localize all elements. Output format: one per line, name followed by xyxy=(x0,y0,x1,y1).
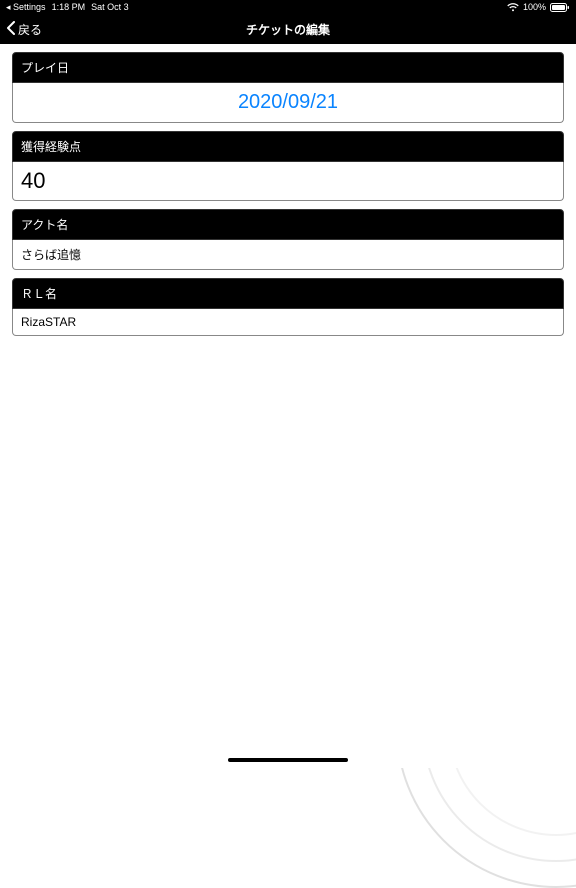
page-title: チケットの編集 xyxy=(0,21,576,38)
status-battery-pct: 100% xyxy=(523,2,546,12)
label-rl-name: ＲＬ名 xyxy=(12,278,564,309)
battery-icon xyxy=(550,3,570,12)
breadcrumb-back-to-app[interactable]: ◂ Settings xyxy=(6,2,46,13)
group-rl-name: ＲＬ名 RizaSTAR xyxy=(12,278,564,336)
form-content: プレイ日 2020/09/21 獲得経験点 40 アクト名 さらば追憶 ＲＬ名 … xyxy=(0,44,576,768)
status-date: Sat Oct 3 xyxy=(91,2,129,12)
status-time: 1:18 PM xyxy=(52,2,86,12)
home-indicator xyxy=(228,758,348,762)
label-exp: 獲得経験点 xyxy=(12,131,564,162)
play-date-field[interactable]: 2020/09/21 xyxy=(12,83,564,123)
group-exp: 獲得経験点 40 xyxy=(12,131,564,201)
label-play-date: プレイ日 xyxy=(12,52,564,83)
status-bar: ◂ Settings 1:18 PM Sat Oct 3 100% xyxy=(0,0,576,14)
back-button[interactable]: 戻る xyxy=(0,21,42,38)
wifi-icon xyxy=(507,3,519,12)
exp-field[interactable]: 40 xyxy=(12,162,564,201)
act-name-field[interactable]: さらば追憶 xyxy=(12,240,564,270)
navigation-bar: 戻る チケットの編集 xyxy=(0,14,576,44)
group-play-date: プレイ日 2020/09/21 xyxy=(12,52,564,123)
breadcrumb-label: Settings xyxy=(13,2,46,12)
group-act-name: アクト名 さらば追憶 xyxy=(12,209,564,270)
back-label: 戻る xyxy=(18,21,42,38)
chevron-left-icon xyxy=(6,21,16,38)
label-act-name: アクト名 xyxy=(12,209,564,240)
rl-name-field[interactable]: RizaSTAR xyxy=(12,309,564,336)
